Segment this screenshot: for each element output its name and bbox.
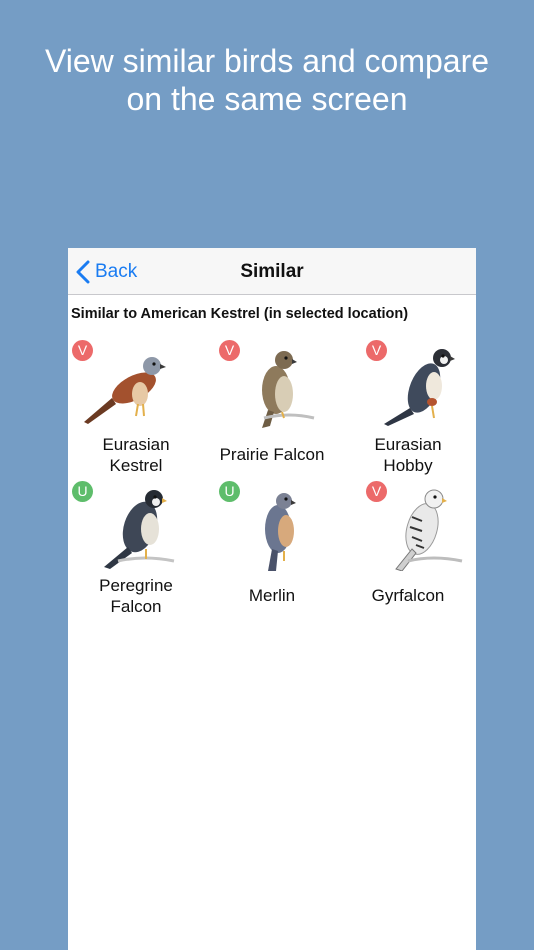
status-badge: U [72, 481, 93, 502]
promo-headline-line1: View similar birds and compare [44, 43, 490, 79]
eurasian-kestrel-illustration [84, 357, 166, 424]
bird-card-eurasian-hobby[interactable]: V Eurasian Hobby [340, 336, 476, 476]
bird-card-prairie-falcon[interactable]: V Prairie Falcon [204, 336, 340, 476]
phone-screen: Back Similar Similar to American Kestrel… [68, 248, 476, 950]
bird-name: Peregrine Falcon [99, 576, 173, 616]
promo-headline: View similar birds and compare on the sa… [0, 42, 534, 118]
bird-card-merlin[interactable]: U Merlin [204, 477, 340, 617]
prairie-falcon-illustration [262, 351, 315, 428]
bird-card-eurasian-kestrel[interactable]: V Eurasian Kestrel [68, 336, 204, 476]
page-title: Similar [240, 261, 304, 282]
bird-name: Merlin [248, 586, 296, 605]
merlin-illustration [265, 493, 296, 571]
bird-name: Prairie Falcon [219, 445, 325, 464]
navigation-bar: Back Similar [68, 248, 476, 295]
peregrine-falcon-illustration [104, 490, 175, 569]
similar-heading: Similar to American Kestrel (in selected… [71, 306, 409, 322]
bird-name: Gyrfalcon [371, 586, 445, 605]
bird-card-gyrfalcon[interactable]: V Gyrfalcon [340, 477, 476, 617]
bird-name: Eurasian Kestrel [102, 435, 170, 475]
promo-headline-line2: on the same screen [126, 81, 408, 117]
bird-name: Eurasian Hobby [374, 435, 442, 475]
bird-card-peregrine-falcon[interactable]: U Peregrine Falcon [68, 477, 204, 617]
gyrfalcon-illustration [395, 489, 463, 571]
eurasian-hobby-illustration [384, 349, 455, 426]
